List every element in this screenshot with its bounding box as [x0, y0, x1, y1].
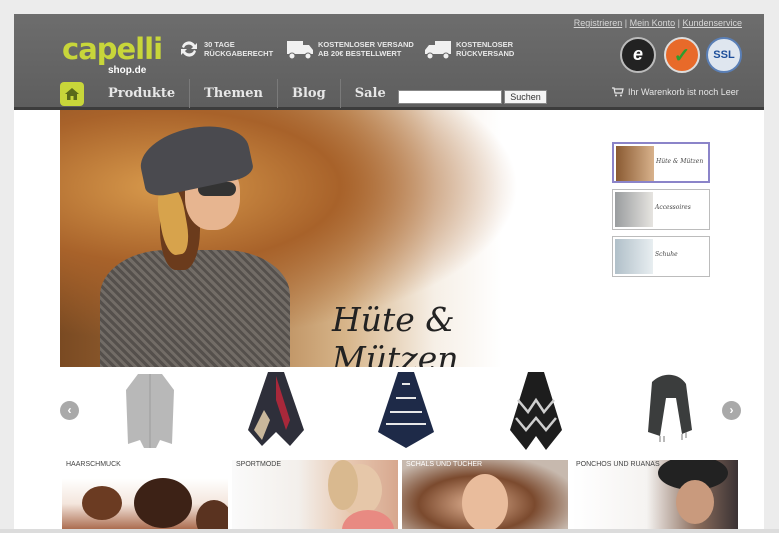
link-separator: |	[622, 18, 630, 28]
usp-return: 30 TAGE RÜCKGABERECHT	[178, 34, 273, 64]
hero-model-poncho	[100, 250, 290, 367]
badge-label: SSL	[713, 49, 735, 61]
top-links: Registrieren | Mein Konto | Kundenservic…	[574, 18, 742, 28]
banner-thumb-shoes[interactable]: Schuhe	[612, 236, 710, 277]
category-label: PONCHOS UND RUANAS	[576, 461, 660, 468]
usp-line: RÜCKVERSAND	[456, 49, 515, 58]
hero-title: Hüte & Mützen	[332, 300, 459, 367]
main-nav: Produkte Themen Blog Sale	[60, 79, 400, 108]
scarf-image	[648, 374, 692, 442]
category-label: HAARSCHMUCK	[66, 461, 121, 468]
main-content: Hüte & Mützen Hüte & Mützen Accessoires …	[14, 110, 764, 533]
category-label: SPORTMODE	[236, 461, 281, 468]
category-tile-sportmode[interactable]: SPORTMODE	[232, 460, 398, 533]
category-label: SCHALS UND TÜCHER	[406, 461, 483, 468]
category-tile-haarschmuck[interactable]: HAARSCHMUCK	[62, 460, 228, 533]
usp-free-shipping: KOSTENLOSER VERSAND AB 20€ BESTELLWERT	[286, 34, 414, 64]
return-arrows-icon	[181, 41, 197, 57]
customer-service-link[interactable]: Kundenservice	[682, 18, 742, 28]
thumb-label: Hüte & Mützen	[656, 158, 704, 165]
site-logo[interactable]: capelli shop.de	[62, 32, 163, 76]
cart-text: Ihr Warenkorb ist noch Leer	[628, 87, 739, 97]
hair-bun	[134, 478, 192, 528]
carousel-next-button[interactable]: ›	[722, 401, 741, 420]
usp-free-return-shipping: KOSTENLOSER RÜCKVERSAND	[424, 34, 514, 64]
category-tile-schals[interactable]: SCHALS UND TÜCHER	[402, 460, 568, 533]
logo-text: capelli	[62, 32, 163, 66]
banner-thumb-accessories[interactable]: Accessoires	[612, 189, 710, 230]
usp-line: RÜCKGABERECHT	[204, 49, 274, 58]
nav-themen[interactable]: Themen	[190, 79, 278, 108]
hair-bun	[82, 486, 122, 520]
truck-icon	[287, 41, 313, 60]
cart-icon	[612, 87, 624, 97]
usp-text: 30 TAGE RÜCKGABERECHT	[204, 40, 273, 58]
home-button[interactable]	[60, 81, 84, 106]
product-item[interactable]	[246, 370, 306, 452]
thumb-image	[616, 146, 654, 181]
product-item[interactable]	[376, 370, 436, 452]
usp-line: KOSTENLOSER	[456, 40, 514, 49]
carousel-prev-button[interactable]: ‹	[60, 401, 79, 420]
thumb-label: Accessoires	[655, 204, 691, 211]
model-hair	[328, 460, 358, 510]
product-item[interactable]	[506, 370, 566, 452]
hero-banner[interactable]: Hüte & Mützen	[60, 110, 580, 367]
usp-line: AB 20€ BESTELLWERT	[318, 49, 402, 58]
category-image	[402, 460, 568, 533]
check-badge-icon[interactable]: ✓	[664, 37, 700, 73]
ssl-badge-icon[interactable]: SSL	[706, 37, 742, 73]
usp-line: 30 TAGE	[204, 40, 235, 49]
product-carousel: ‹ ›	[60, 368, 750, 458]
nav-produkte[interactable]: Produkte	[94, 79, 191, 108]
zigzag-poncho-image	[510, 372, 562, 450]
category-image	[62, 460, 228, 533]
model-face	[676, 480, 714, 524]
category-image	[572, 460, 738, 533]
page-bottom-edge	[0, 529, 779, 533]
category-image	[232, 460, 398, 533]
usp-line: KOSTENLOSER VERSAND	[318, 40, 414, 49]
usp-text: KOSTENLOSER VERSAND AB 20€ BESTELLWERT	[318, 40, 414, 58]
thumb-image	[615, 192, 653, 227]
striped-poncho-image	[378, 372, 434, 448]
chevron-right-icon: ›	[729, 403, 734, 417]
logo-subtext: shop.de	[108, 65, 147, 76]
trusted-shops-icon[interactable]: e	[620, 37, 656, 73]
account-link[interactable]: Mein Konto	[630, 18, 676, 28]
product-item[interactable]	[120, 370, 180, 452]
page: capelli shop.de 30 TAGE RÜCKGABERECHT KO…	[0, 0, 779, 533]
site-header: capelli shop.de 30 TAGE RÜCKGABERECHT KO…	[14, 14, 764, 110]
nav-sale[interactable]: Sale	[341, 79, 400, 108]
poncho-image	[248, 372, 304, 446]
banner-thumb-hats[interactable]: Hüte & Mützen	[612, 142, 710, 183]
home-icon	[65, 87, 79, 100]
cardigan-image	[126, 374, 174, 448]
cart-status[interactable]: Ihr Warenkorb ist noch Leer	[612, 87, 739, 97]
product-item[interactable]	[638, 370, 698, 452]
nav-blog[interactable]: Blog	[278, 79, 341, 108]
truck-return-icon	[425, 41, 451, 60]
thumb-label: Schuhe	[655, 251, 678, 258]
badge-label: e	[632, 44, 643, 64]
model-face	[462, 474, 508, 532]
chevron-left-icon: ‹	[67, 403, 72, 417]
register-link[interactable]: Registrieren	[574, 18, 623, 28]
thumb-image	[615, 239, 653, 274]
usp-text: KOSTENLOSER RÜCKVERSAND	[456, 40, 514, 58]
badge-label: ✓	[673, 45, 691, 67]
search-input[interactable]	[398, 90, 502, 104]
category-tile-ponchos[interactable]: PONCHOS UND RUANAS	[572, 460, 738, 533]
search-button[interactable]: Suchen	[504, 90, 547, 104]
